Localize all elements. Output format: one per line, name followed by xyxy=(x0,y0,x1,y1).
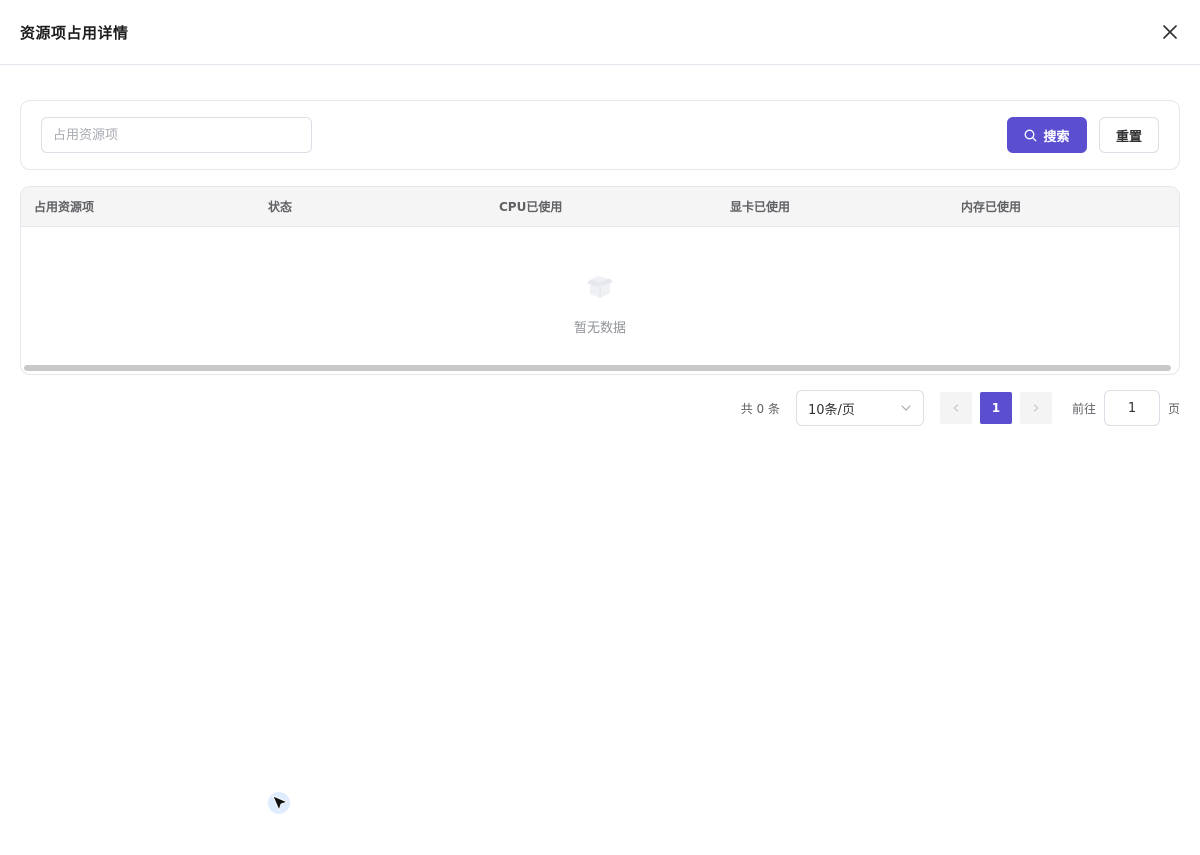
column-header-memory[interactable]: 内存已使用 xyxy=(948,198,1179,215)
search-button[interactable]: 搜索 xyxy=(1007,117,1087,153)
page-size-select[interactable]: 10条/页 xyxy=(795,390,924,426)
search-card: 搜索 重置 xyxy=(20,100,1180,170)
close-button[interactable] xyxy=(1160,22,1180,42)
pagination: 共 0 条 10条/页 1 前往 页 xyxy=(741,390,1180,426)
column-header-status[interactable]: 状态 xyxy=(255,198,486,215)
dialog-header: 资源项占用详情 xyxy=(0,0,1200,65)
search-button-label: 搜索 xyxy=(1043,129,1070,145)
empty-box-icon xyxy=(587,276,613,298)
column-header-cpu[interactable]: CPU已使用 xyxy=(486,198,717,215)
close-icon xyxy=(1163,25,1177,39)
chevron-down-icon xyxy=(901,405,911,411)
empty-text: 暂无数据 xyxy=(573,321,626,336)
page-number-current[interactable]: 1 xyxy=(979,392,1012,424)
reset-button[interactable]: 重置 xyxy=(1099,117,1159,153)
horizontal-scrollbar[interactable] xyxy=(24,365,1171,371)
chevron-left-icon xyxy=(953,404,959,412)
table-header: 占用资源项 状态 CPU已使用 显卡已使用 内存已使用 xyxy=(21,187,1179,227)
empty-state: 暂无数据 xyxy=(21,227,1179,374)
total-count: 共 0 条 xyxy=(740,401,780,416)
search-icon xyxy=(1025,129,1037,141)
goto-label: 前往 xyxy=(1071,401,1096,416)
search-input[interactable] xyxy=(41,117,312,153)
dialog-title: 资源项占用详情 xyxy=(20,23,129,42)
column-header-gpu[interactable]: 显卡已使用 xyxy=(717,198,948,215)
prev-page-button[interactable] xyxy=(939,392,972,424)
page-size-value: 10条/页 xyxy=(807,402,855,418)
page-unit-label: 页 xyxy=(1167,401,1180,416)
resource-table: 占用资源项 状态 CPU已使用 显卡已使用 内存已使用 暂无数据 xyxy=(20,186,1180,375)
goto-page-input[interactable] xyxy=(1103,390,1160,426)
next-page-button[interactable] xyxy=(1019,392,1052,424)
mouse-cursor-icon xyxy=(268,792,290,814)
chevron-right-icon xyxy=(1033,404,1039,412)
dialog: 资源项占用详情 搜索 重置 占用资源项 状态 CPU已使用 显卡已使用 xyxy=(0,0,1200,855)
search-actions: 搜索 重置 xyxy=(1007,117,1159,153)
column-header-resource[interactable]: 占用资源项 xyxy=(21,198,255,215)
